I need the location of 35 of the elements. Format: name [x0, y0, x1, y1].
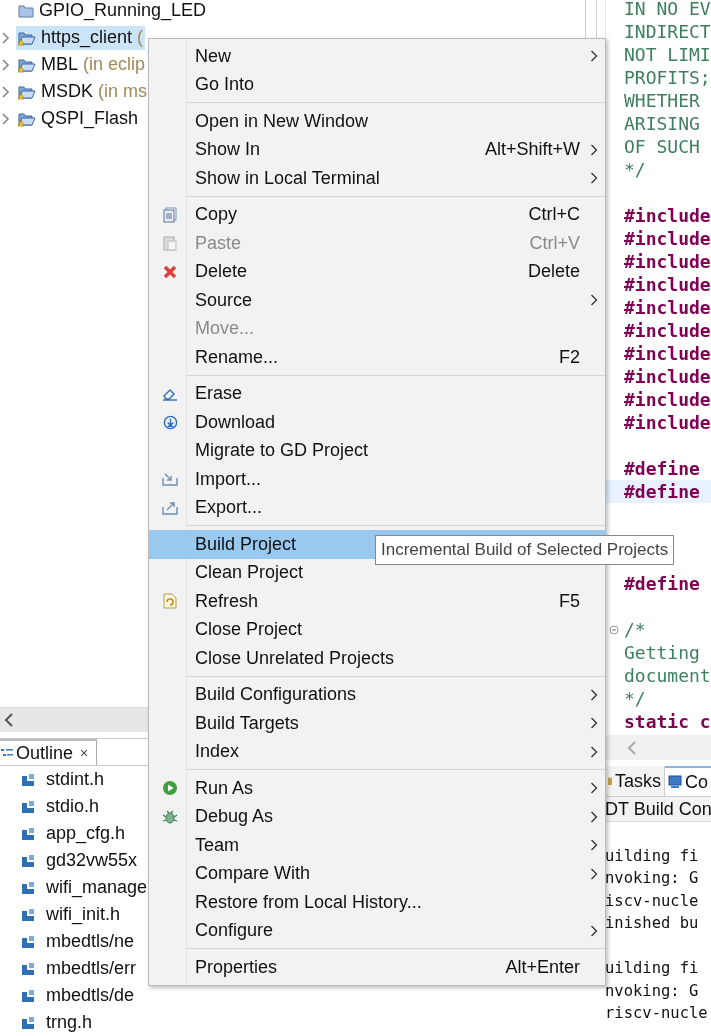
code-keyword: #include	[624, 412, 711, 433]
console-line: nvoking: G	[605, 869, 699, 887]
code-keyword: #include	[624, 274, 711, 295]
console-line: inished bu	[605, 914, 699, 932]
code-keyword: #define	[624, 573, 700, 594]
code-comment: PROFITS;	[624, 67, 711, 88]
code-keyword: static c	[624, 711, 711, 732]
tooltip: Incremental Build of Selected Projects	[375, 535, 675, 565]
code-keyword: #include	[624, 228, 711, 249]
code-comment: ARISING	[624, 113, 700, 134]
console-line: iscv-nucle	[605, 891, 699, 910]
code-comment: WHETHER	[624, 90, 700, 111]
console-line: nvoking: G	[605, 981, 699, 1000]
code-keyword: #define	[624, 458, 700, 479]
code-keyword: #include	[624, 343, 711, 364]
code-keyword: #include	[624, 366, 711, 387]
code-comment: NOT LIMI	[624, 44, 711, 65]
console-title: DT Build Con	[605, 797, 711, 822]
code-comment: */	[624, 159, 646, 180]
code-keyword: #include	[624, 389, 711, 410]
console-line: uilding fi	[605, 959, 699, 977]
code-comment: IN NO EV	[624, 0, 711, 19]
code-comment: OF SUCH	[624, 136, 700, 157]
code-keyword: #include	[624, 205, 711, 226]
code-keyword: #define	[624, 481, 700, 502]
code-comment: */	[624, 688, 646, 709]
code-comment: INDIRECT	[624, 21, 711, 42]
code-keyword: #include	[624, 297, 711, 318]
console-line: riscv-nucle	[605, 1004, 708, 1022]
code-comment: /*	[624, 619, 646, 640]
code-comment: document	[624, 665, 711, 686]
code-comment: Getting	[624, 642, 700, 663]
code-keyword: #include	[624, 251, 711, 272]
code-keyword: #include	[624, 320, 711, 341]
console-line: uilding fi	[605, 846, 699, 865]
